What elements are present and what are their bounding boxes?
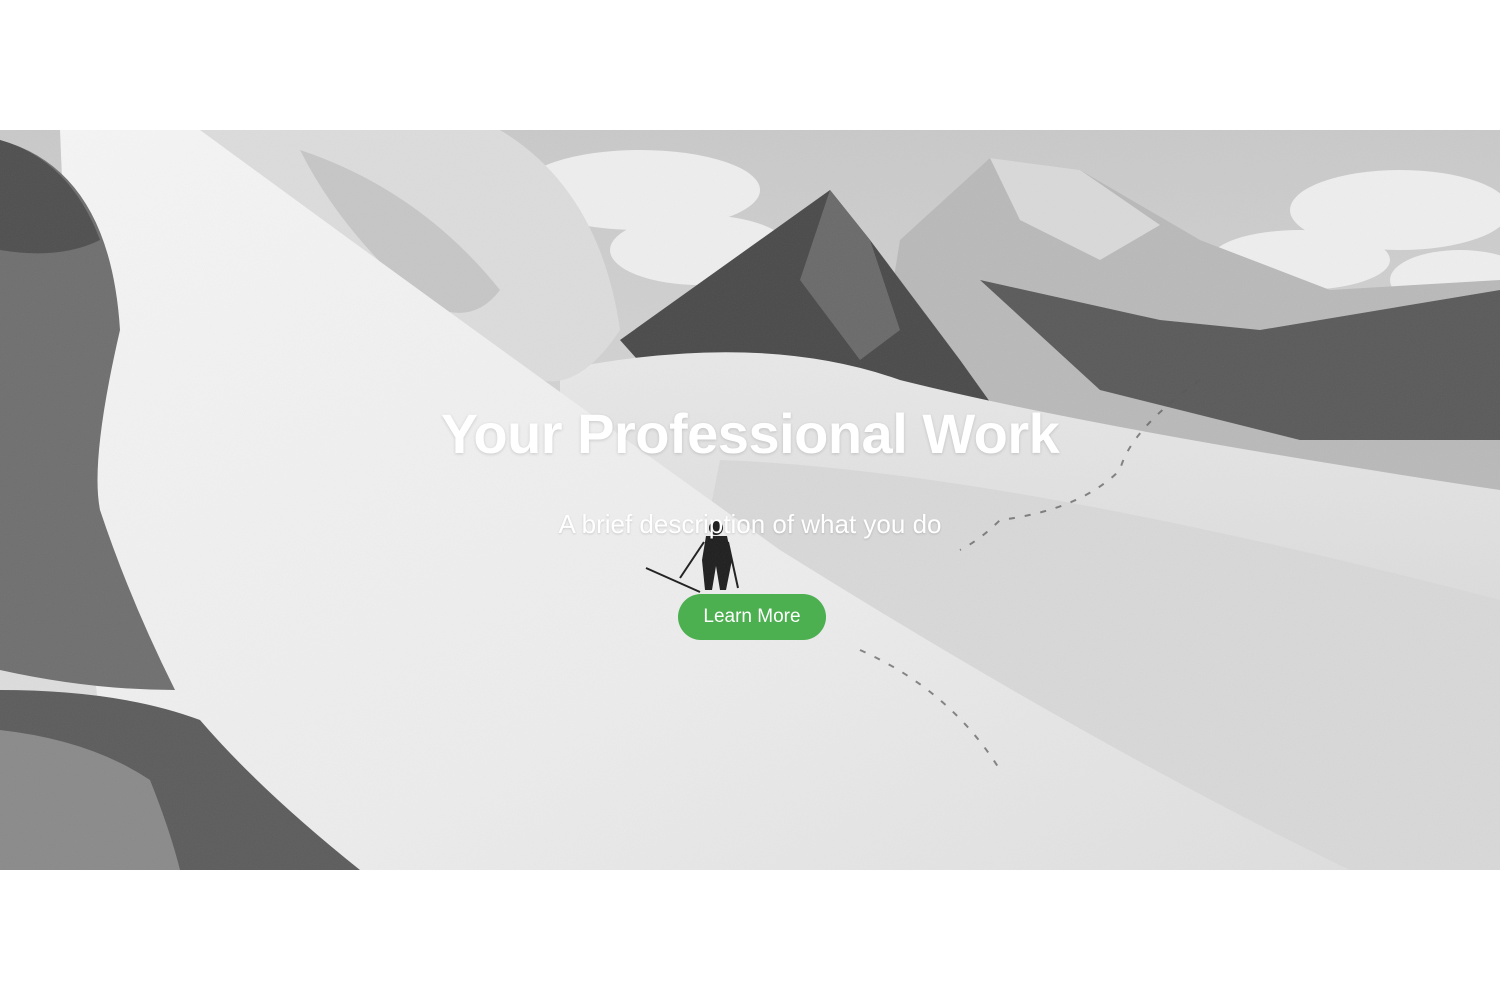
hero-section: Your Professional Work A brief descripti… bbox=[0, 130, 1500, 870]
hero-subtitle: A brief description of what you do bbox=[558, 509, 942, 539]
hero-title: Your Professional Work bbox=[440, 402, 1060, 465]
hero-content: Your Professional Work A brief descripti… bbox=[0, 130, 1500, 870]
page: Your Professional Work A brief descripti… bbox=[0, 0, 1500, 1000]
learn-more-button[interactable]: Learn More bbox=[678, 594, 826, 640]
